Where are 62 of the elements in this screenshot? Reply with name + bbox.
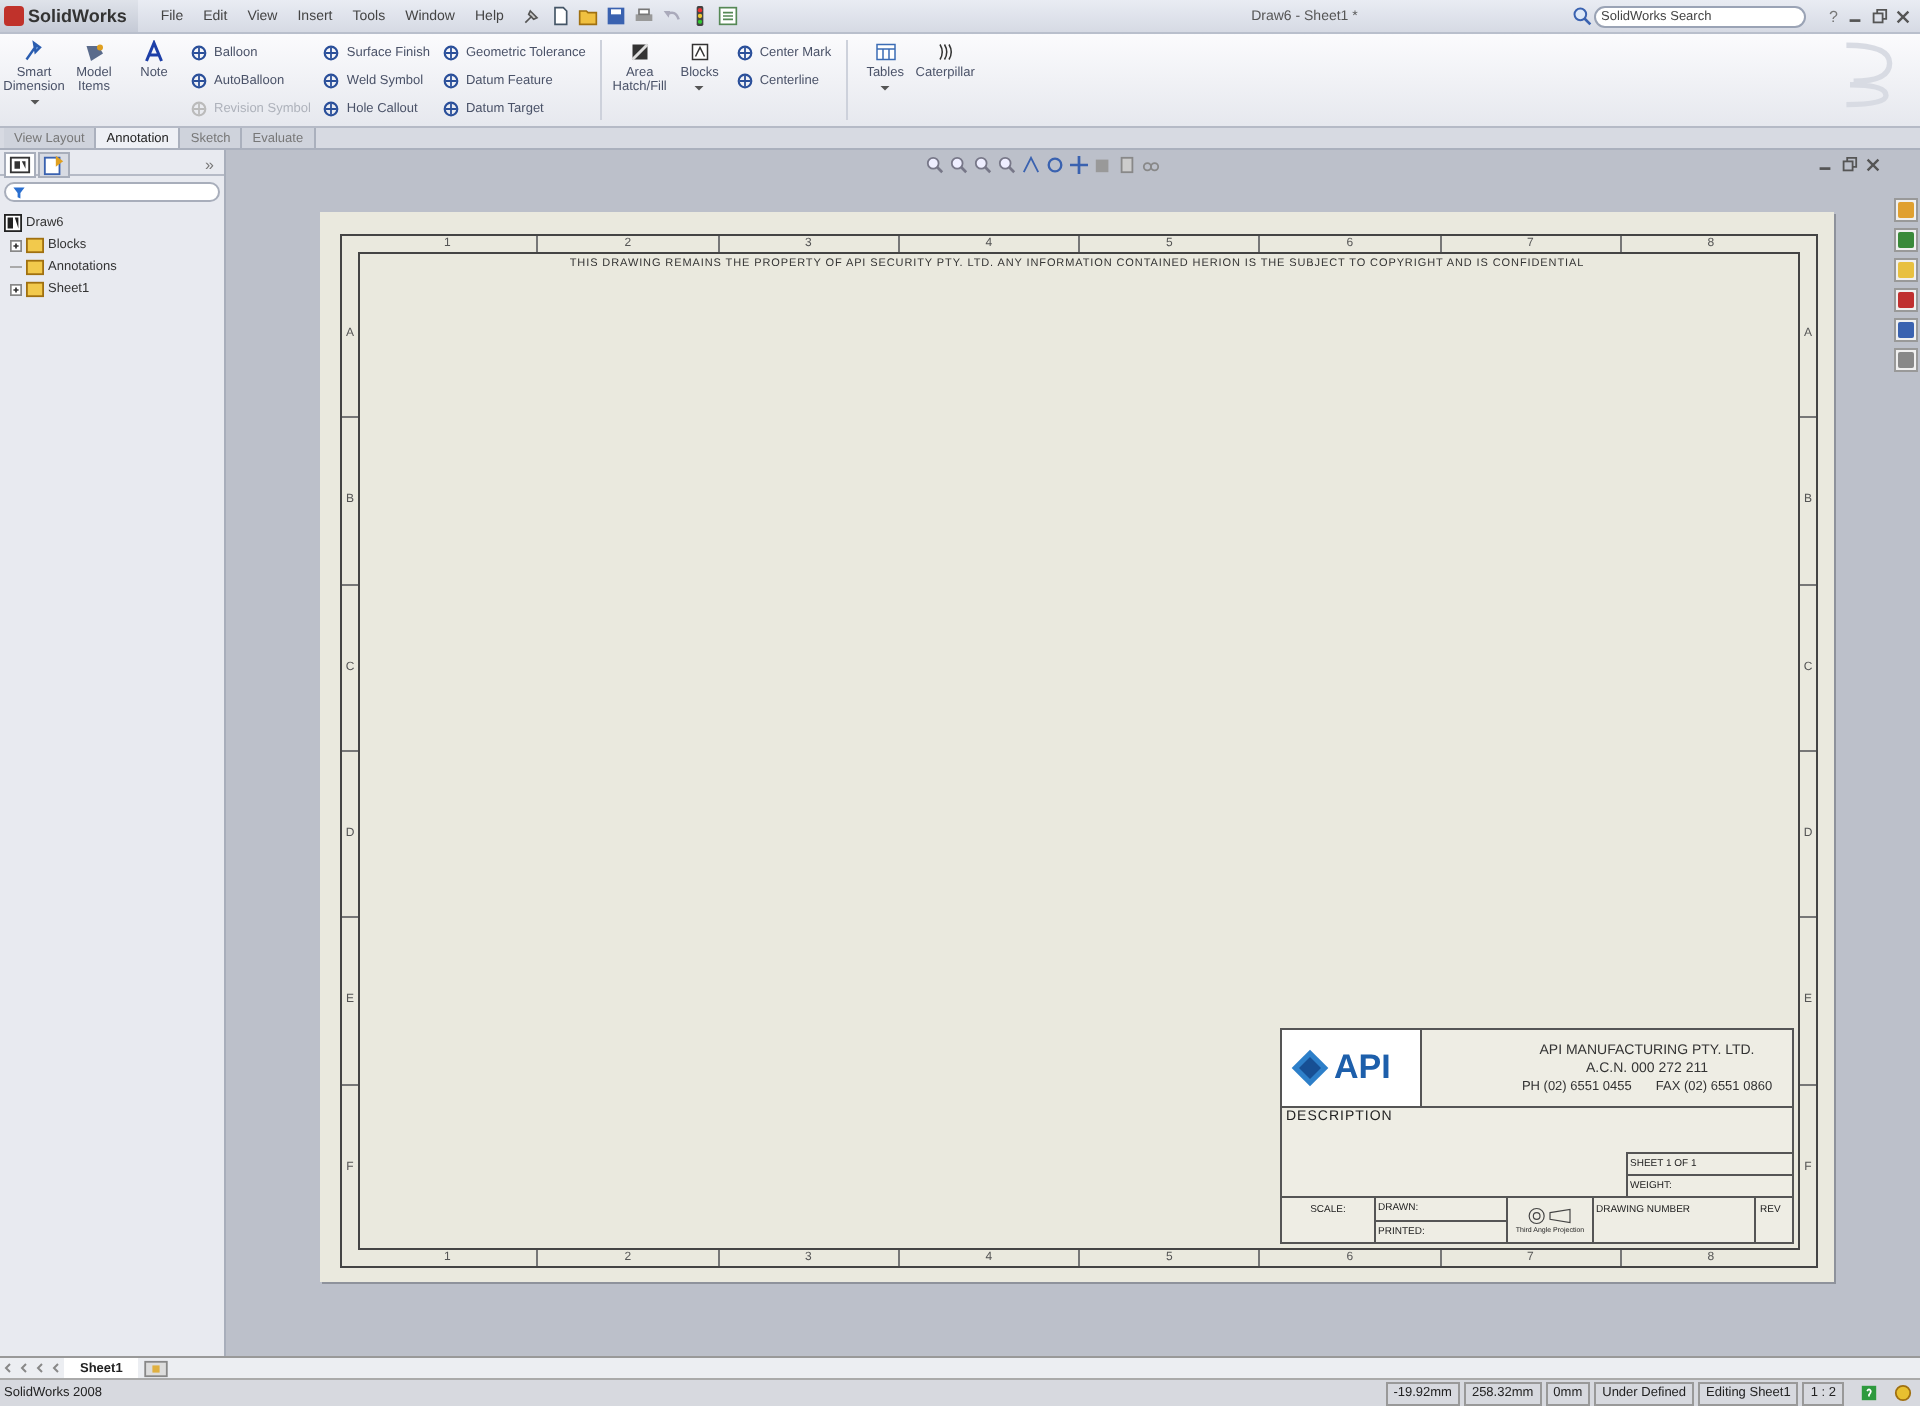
- filter-field[interactable]: [4, 182, 220, 202]
- help-button[interactable]: ?: [1821, 7, 1846, 25]
- pin-icon[interactable]: [521, 6, 542, 26]
- close-icon[interactable]: [1864, 155, 1882, 173]
- folder-icon[interactable]: [577, 6, 598, 26]
- search-icon[interactable]: [1571, 6, 1592, 26]
- task-pane-icon[interactable]: [1893, 318, 1917, 342]
- task-pane-icon[interactable]: [1893, 228, 1917, 252]
- projection-symbol-icon: [1524, 1206, 1576, 1226]
- add-sheet-icon[interactable]: [142, 1359, 171, 1377]
- logo-icon: [1288, 1046, 1332, 1090]
- task-pane-icon[interactable]: [1893, 288, 1917, 312]
- company-logo-text: API: [1334, 1048, 1391, 1088]
- tool-icon: [190, 44, 208, 62]
- tool-icon: [687, 40, 712, 64]
- tool-icon: [627, 40, 652, 64]
- help-icon[interactable]: [1860, 1384, 1878, 1402]
- rebuild-icon[interactable]: [1894, 1384, 1912, 1402]
- app-logo[interactable]: SolidWorks: [0, 0, 139, 32]
- drawing-icon: [4, 214, 22, 232]
- tool-icon: [82, 40, 106, 64]
- task-pane-icon[interactable]: [1893, 198, 1917, 222]
- zoom-icon[interactable]: [998, 155, 1016, 173]
- logo-icon: [4, 6, 24, 26]
- caret-icon: [880, 86, 891, 92]
- tool-icon: [322, 72, 341, 90]
- tool-icon: [735, 72, 754, 90]
- save-icon[interactable]: [605, 6, 626, 26]
- restore-icon[interactable]: [1840, 155, 1858, 173]
- filter-icon: [12, 185, 26, 199]
- close-icon[interactable]: [1894, 7, 1912, 25]
- tool-icon: [22, 40, 46, 64]
- tool-icon: [735, 44, 754, 62]
- caret-icon: [29, 100, 39, 106]
- tool-icon: [441, 100, 460, 118]
- printer-icon[interactable]: [633, 6, 654, 26]
- pan-icon[interactable]: [1070, 155, 1088, 173]
- zoom-icon[interactable]: [950, 155, 968, 173]
- expand-panel-button[interactable]: »: [205, 156, 220, 174]
- expand-icon[interactable]: [10, 239, 22, 251]
- options-icon[interactable]: [717, 6, 738, 26]
- property-tab-icon[interactable]: [38, 152, 70, 178]
- zoom-icon[interactable]: [926, 155, 944, 173]
- tool-icon: [441, 72, 460, 90]
- feature-tree-tab-icon[interactable]: [4, 152, 36, 178]
- task-pane-icon[interactable]: [1893, 348, 1917, 372]
- new-document-icon[interactable]: [549, 6, 570, 26]
- app-name: SolidWorks: [28, 6, 127, 26]
- tool-icon: [322, 44, 341, 62]
- tool-icon: [322, 100, 341, 118]
- tool-icon: [190, 100, 208, 118]
- task-pane-icon[interactable]: [1893, 258, 1917, 282]
- rotate-icon[interactable]: [1046, 155, 1064, 173]
- zoom-icon[interactable]: [974, 155, 992, 173]
- tool-icon: [441, 44, 460, 62]
- display-style-icon[interactable]: [1118, 155, 1136, 173]
- caret-icon: [694, 86, 705, 92]
- expand-icon[interactable]: [10, 283, 22, 295]
- tool-icon: [142, 40, 166, 64]
- tool-icon: [190, 72, 208, 90]
- tool-icon: [873, 40, 898, 64]
- restore-icon[interactable]: [1870, 7, 1888, 25]
